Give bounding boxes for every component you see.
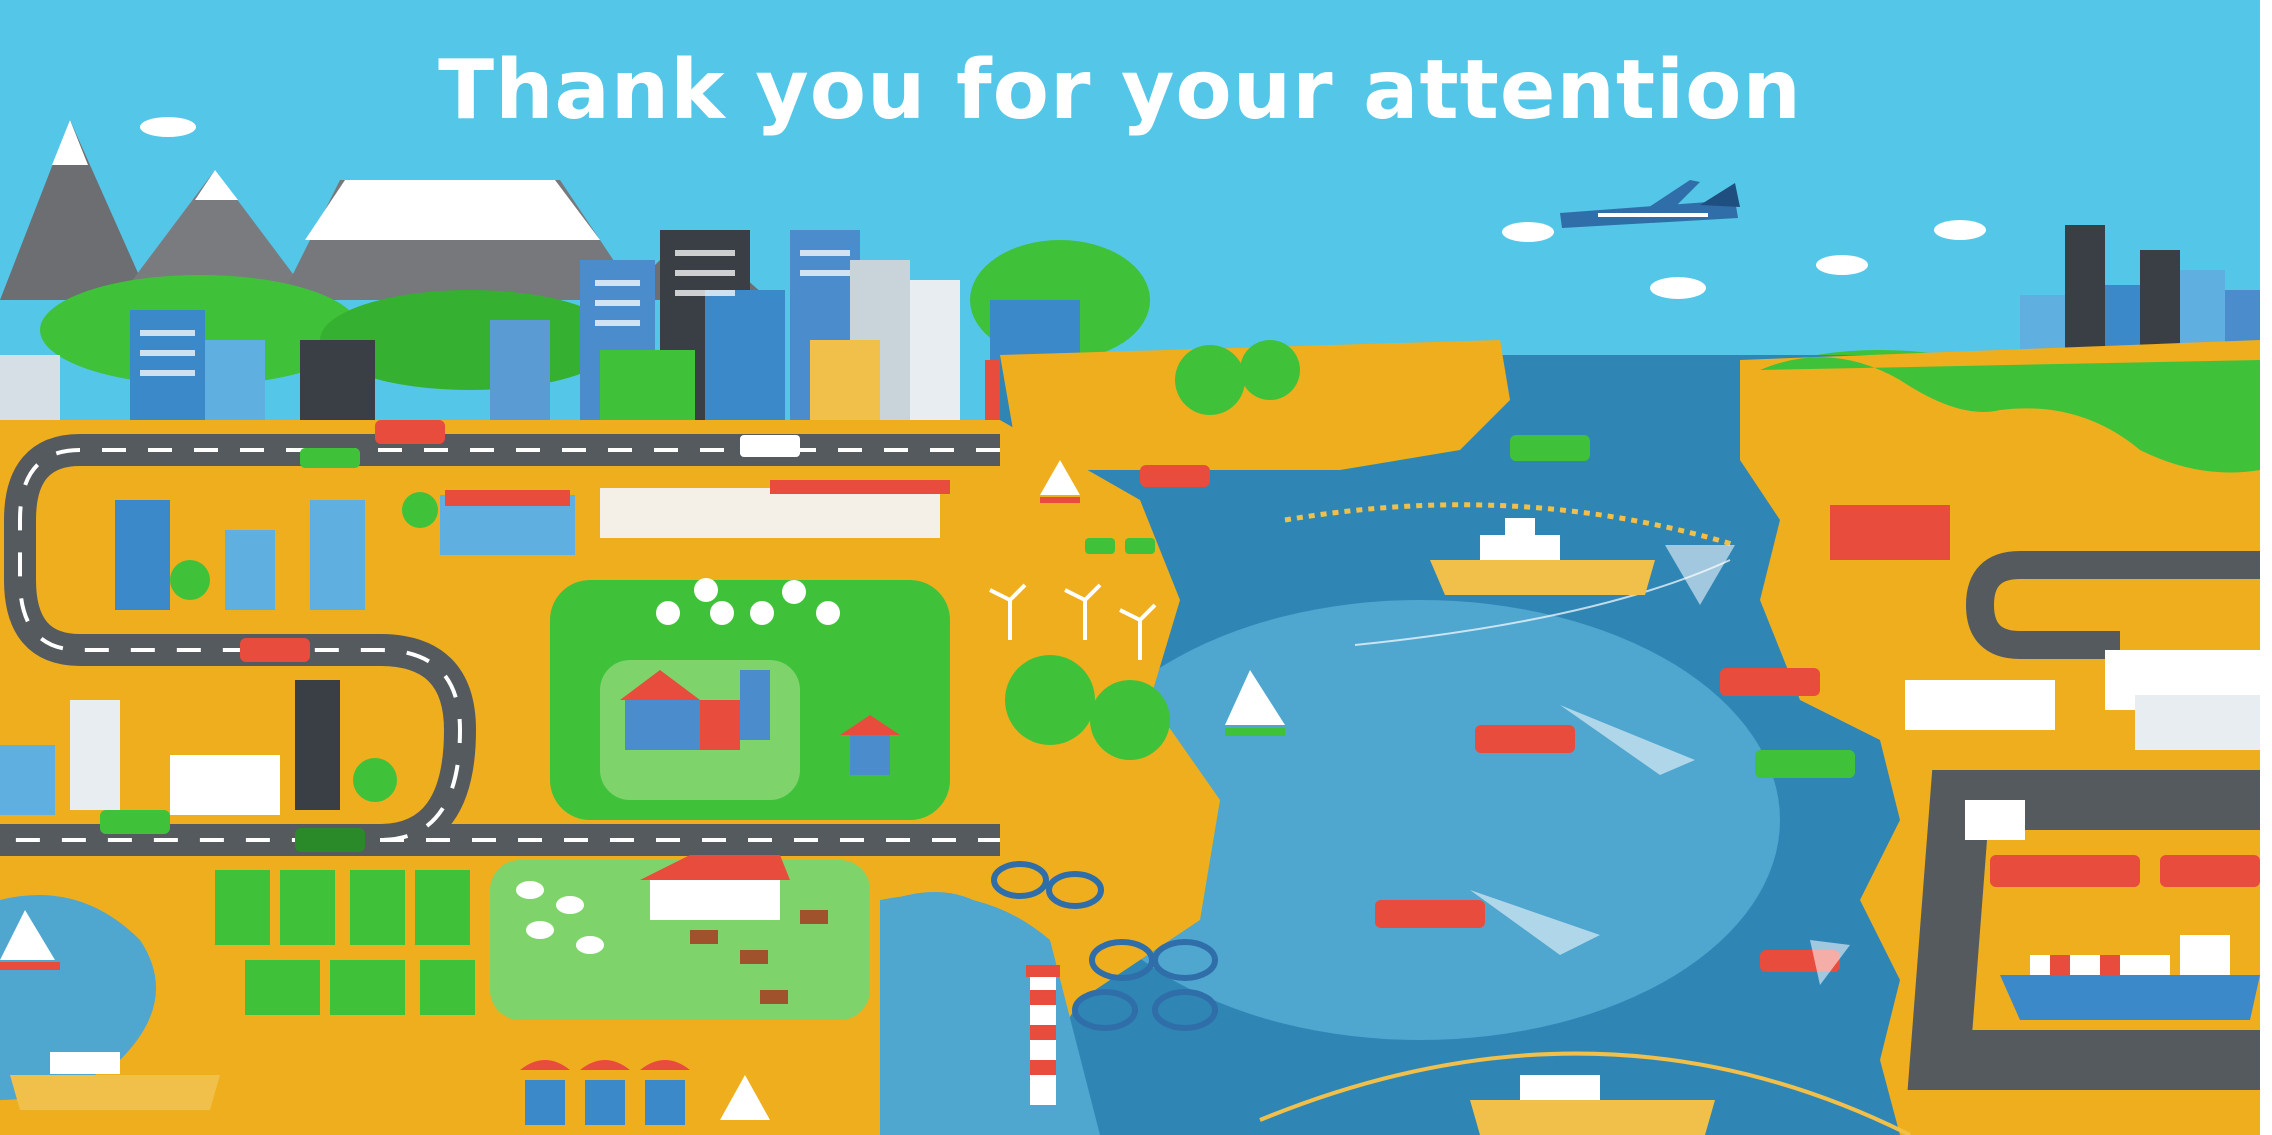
slide: Thank you for your attention (0, 0, 2260, 1135)
lighthouse-icon (1026, 965, 1060, 1105)
slide-title: Thank you for your attention (438, 43, 1802, 138)
window-edge (2260, 0, 2272, 1135)
market-stall-icon (520, 1060, 690, 1070)
coastal-city-illustration (0, 0, 2260, 1135)
farm-barn-icon (550, 580, 950, 820)
